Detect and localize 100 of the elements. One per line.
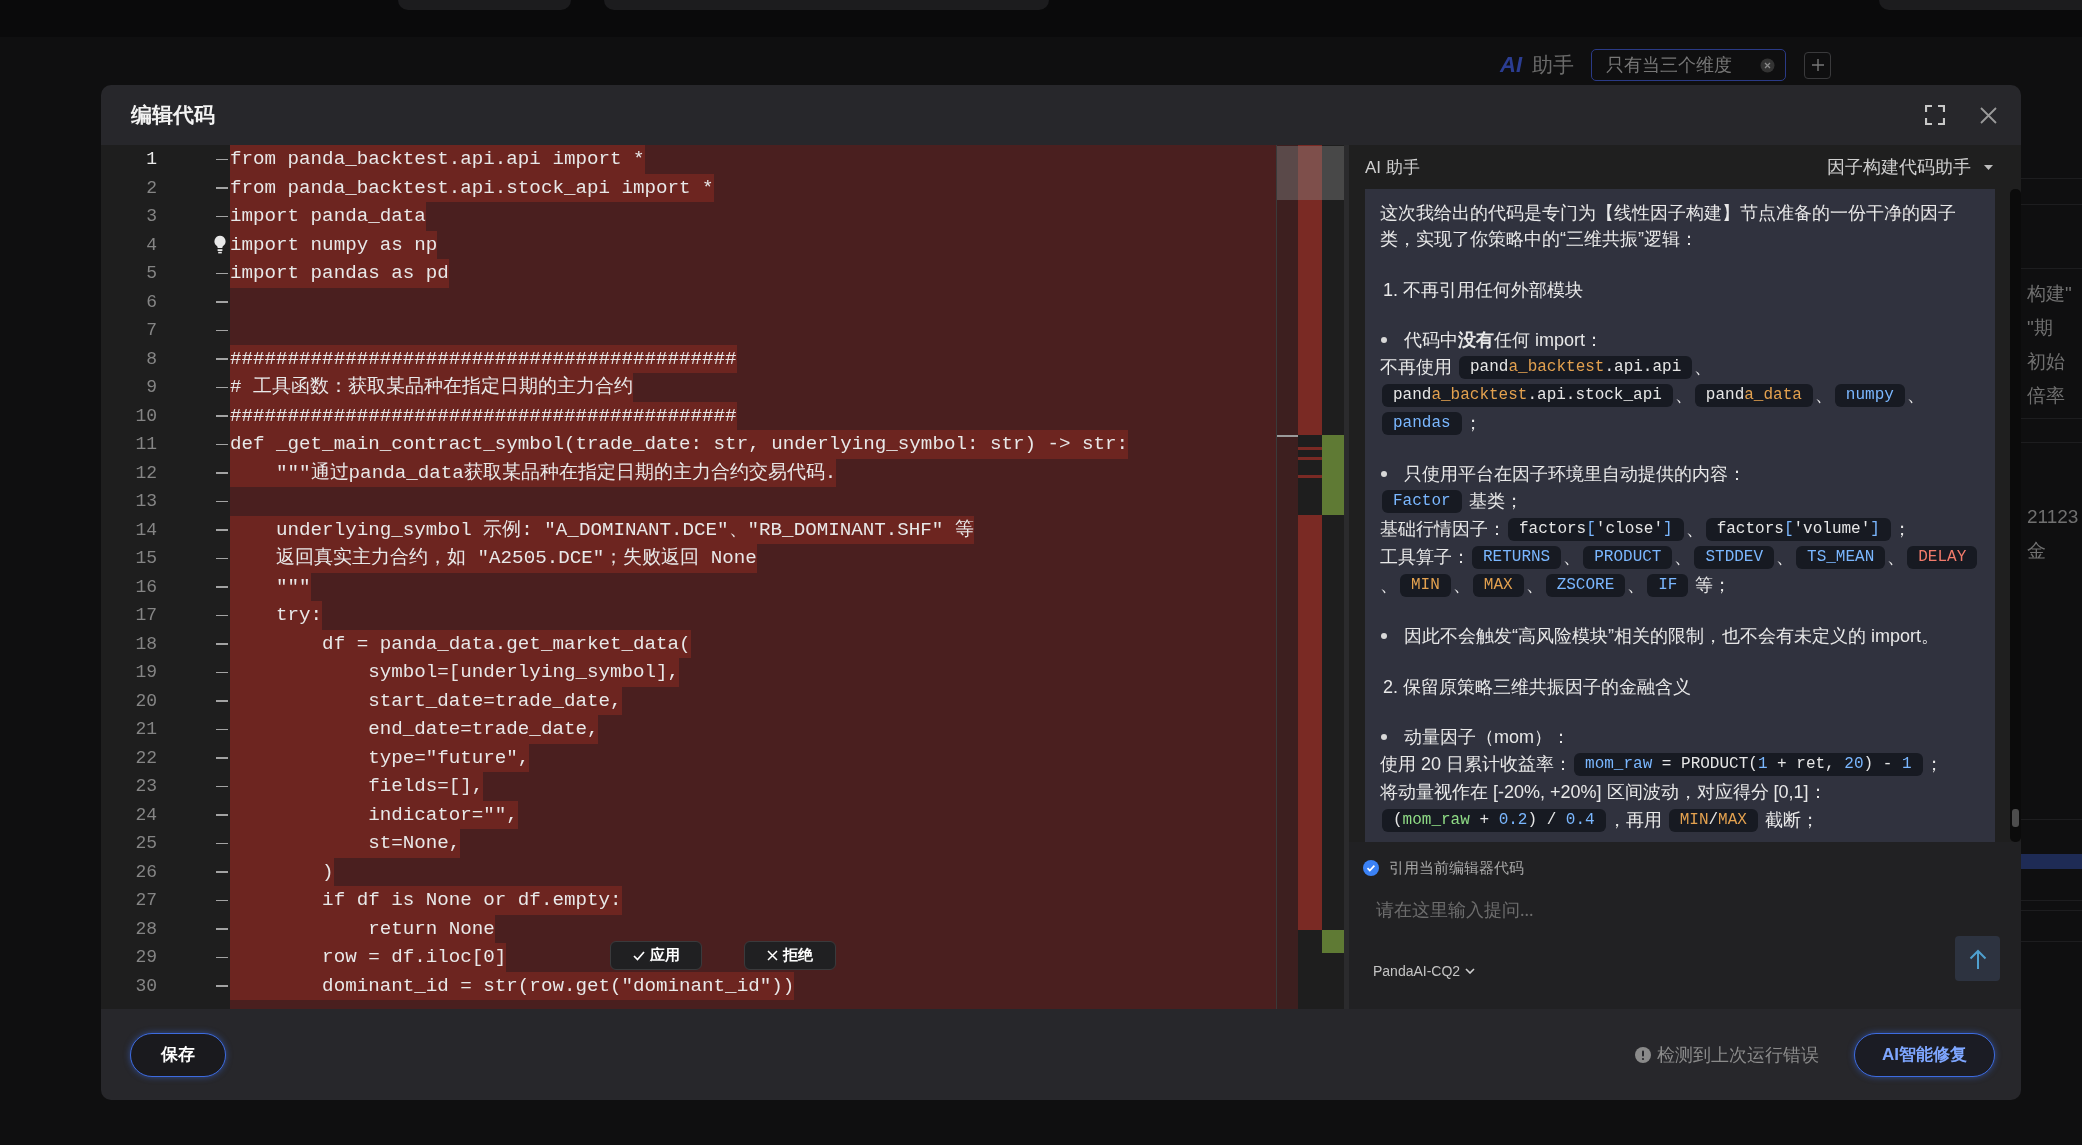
inline-code: DELAY	[1907, 545, 1978, 569]
line-number: 12	[135, 461, 157, 484]
message-text: 、	[1674, 384, 1693, 407]
line-number: 21	[135, 718, 157, 741]
save-button[interactable]: 保存	[130, 1032, 226, 1077]
message-text: 将动量视作在 [-20%, +20%] 区间波动，对应得分 [0,1]：	[1380, 781, 1827, 804]
bullet-icon	[1381, 633, 1387, 639]
line-number: 27	[135, 889, 157, 912]
message-text: 、	[1525, 574, 1544, 597]
line-number: 17	[135, 604, 157, 627]
list-item-text: 只使用平台在因子环境里自动提供的内容：	[1404, 463, 1746, 486]
message-text: 基类；	[1467, 490, 1523, 513]
section-heading: 2. 保留原策略三维共振因子的金融含义	[1382, 676, 1692, 699]
model-select[interactable]: PandaAI-CQ2	[1373, 962, 1476, 980]
message-text: 、	[1887, 546, 1906, 569]
message-text: ；	[1463, 412, 1482, 435]
message-text: 、	[1674, 546, 1693, 569]
line-number: 10	[135, 404, 157, 427]
line-number: 3	[146, 205, 157, 228]
line-number: 1	[146, 148, 157, 171]
arrow-up-icon	[1967, 947, 1988, 970]
fullscreen-button[interactable]	[1925, 105, 1945, 125]
filter-tag[interactable]: 只有当三个维度	[1591, 49, 1786, 81]
bullet-icon	[1381, 471, 1387, 477]
cursor-marker	[1277, 435, 1298, 437]
apply-button[interactable]: 应用	[610, 941, 702, 970]
line-number: 19	[135, 661, 157, 684]
message-text: ，再用	[1607, 809, 1663, 832]
inline-code: IF	[1647, 573, 1689, 597]
add-button[interactable]	[1804, 51, 1831, 79]
question-input[interactable]: 请在这里输入提问...	[1363, 895, 1923, 925]
bullet-icon	[1381, 734, 1387, 740]
scrollbar-track[interactable]	[2010, 189, 2021, 842]
send-button[interactable]	[1955, 936, 2000, 981]
inline-code: factors['volume']	[1705, 517, 1891, 541]
line-number: 23	[135, 775, 157, 798]
message-text: 、	[1776, 546, 1795, 569]
brand-text: AI	[1500, 52, 1522, 78]
side-panel-text: 构建"	[2026, 282, 2073, 306]
inline-code: MAX	[1472, 573, 1524, 597]
side-panel-text: 初始	[2026, 350, 2066, 374]
scroll-thumb[interactable]	[1277, 146, 1344, 200]
inline-code: MIN/MAX	[1668, 808, 1758, 832]
line-number: 16	[135, 575, 157, 598]
message-text: 、	[1627, 574, 1646, 597]
list-item-text: 动量因子（mom）：	[1404, 726, 1570, 749]
line-number: 8	[146, 347, 157, 370]
checkbox[interactable]	[1363, 860, 1379, 876]
inline-code: RETURNS	[1472, 545, 1562, 569]
line-number: 9	[146, 376, 157, 399]
lightbulb-icon[interactable]	[213, 235, 227, 255]
reject-button[interactable]: 拒绝	[744, 941, 836, 970]
inline-code: STDDEV	[1694, 545, 1775, 569]
list-item-text: 代码中没有任何 import：	[1404, 329, 1603, 352]
inline-code: numpy	[1834, 383, 1905, 407]
message-text: 、	[1563, 546, 1582, 569]
side-panel-text: 金	[2026, 539, 2047, 563]
check-icon	[632, 950, 645, 961]
message-text: 、	[1694, 356, 1713, 379]
message-text: 工具算子：	[1380, 546, 1470, 569]
message-text: 截断；	[1763, 809, 1819, 832]
message-text: 、	[1906, 384, 1925, 407]
message-text: 等；	[1694, 574, 1732, 597]
message-text: 、	[1452, 574, 1471, 597]
dialog-title: 编辑代码	[131, 102, 215, 128]
side-panel-text: 倍率	[2026, 384, 2066, 408]
close-icon[interactable]	[1760, 57, 1775, 73]
line-number: 7	[146, 319, 157, 342]
ai-fix-button[interactable]: AI智能修复	[1854, 1032, 1995, 1077]
inline-code: factors['close']	[1508, 517, 1684, 541]
mode-dropdown[interactable]: 因子构建代码助手	[1827, 155, 1993, 179]
message-paragraph: 这次我给出的代码是专门为【线性因子构建】节点准备的一份干净的因子类，实现了你策略中的“三维共振”逻辑：	[1380, 202, 1957, 251]
line-number: 25	[135, 832, 157, 855]
scrollbar-thumb[interactable]	[2012, 809, 2019, 827]
line-number: 11	[135, 433, 157, 456]
message-text: 、	[1814, 384, 1833, 407]
alert-icon	[1635, 1046, 1651, 1063]
inline-code: MIN	[1400, 573, 1451, 597]
inline-code: (mom_raw + 0.2) / 0.4	[1382, 808, 1606, 832]
line-number: 24	[135, 803, 157, 826]
line-number: 26	[135, 860, 157, 883]
message-text: 使用 20 日累计收益率：	[1380, 753, 1573, 776]
line-number: 18	[135, 632, 157, 655]
inline-code: panda_data	[1694, 383, 1813, 407]
inline-code: panda_backtest.api.api	[1459, 355, 1693, 379]
inline-code: panda_backtest.api.stock_api	[1382, 383, 1673, 407]
error-notice: 检测到上次运行错误	[1657, 1043, 1819, 1067]
line-number: 15	[135, 547, 157, 570]
line-number: 28	[135, 917, 157, 940]
selected-row-bar	[2021, 854, 2082, 869]
line-number: 13	[135, 490, 157, 513]
inline-code: PRODUCT	[1583, 545, 1673, 569]
line-number: 14	[135, 518, 157, 541]
line-number: 5	[146, 262, 157, 285]
message-text: ；	[1892, 518, 1911, 541]
inline-code: mom_raw = PRODUCT(1 + ret, 20) - 1	[1574, 752, 1923, 776]
inline-code: pandas	[1382, 411, 1462, 435]
side-panel-text: "期	[2026, 316, 2054, 340]
bullet-icon	[1381, 337, 1387, 343]
close-button[interactable]	[1980, 106, 1997, 124]
